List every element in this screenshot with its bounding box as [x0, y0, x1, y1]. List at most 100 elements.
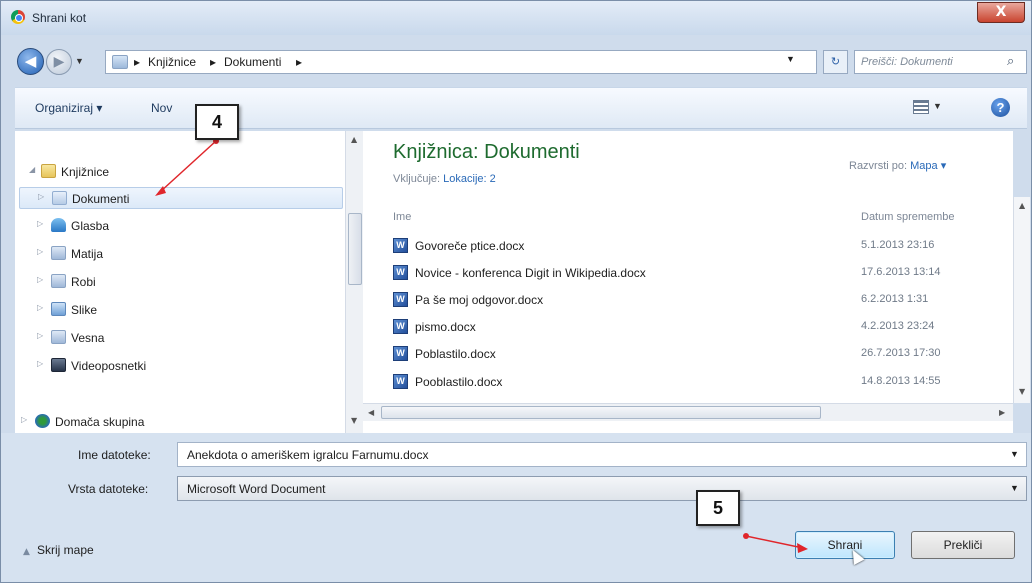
column-header-name[interactable]: Ime	[393, 211, 411, 223]
scroll-up-icon[interactable]: ▲	[351, 135, 357, 144]
word-document-icon: W	[393, 374, 408, 389]
file-row[interactable]: W pismo.docx 4.2.2013 23:24	[393, 314, 1013, 340]
tree-item-homegroup[interactable]: ▷ Domača skupina	[15, 411, 345, 433]
file-name: Pa še moj odgovor.docx	[415, 293, 544, 307]
file-row[interactable]: W Pooblastilo.docx 14.8.2013 14:55	[393, 369, 1013, 395]
organize-button[interactable]: Organiziraj ▾	[35, 101, 102, 115]
expand-arrow-icon[interactable]: ▷	[37, 219, 43, 228]
close-button[interactable]: X	[977, 2, 1025, 23]
tree-item-label: Matija	[71, 247, 104, 261]
tree-item-vesna[interactable]: ▷ Vesna	[15, 327, 345, 349]
forward-button[interactable]: ▶	[46, 49, 72, 75]
pictures-icon	[51, 302, 66, 316]
file-date: 5.1.2013 23:16	[861, 239, 935, 251]
tree-item-label: Dokumenti	[72, 192, 130, 206]
locations-link[interactable]: Lokacije: 2	[443, 173, 496, 185]
new-folder-button[interactable]: Nov	[151, 101, 172, 115]
chevron-right-icon[interactable]: ▸	[134, 55, 140, 69]
library-folder-icon	[112, 55, 128, 69]
back-button[interactable]: ◀	[17, 48, 44, 75]
word-document-icon: W	[393, 238, 408, 253]
filename-input[interactable]: Anekdota o ameriškem igralcu Farnumu.doc…	[177, 442, 1027, 467]
file-date: 26.7.2013 17:30	[861, 347, 941, 359]
scroll-left-icon[interactable]: ◀	[368, 408, 374, 417]
view-options-icon[interactable]	[913, 100, 929, 114]
hide-folders-label: Skrij mape	[37, 543, 94, 557]
search-box[interactable]: Preišči: Dokumenti ⌕	[854, 50, 1027, 74]
cancel-button[interactable]: Prekliči	[911, 531, 1015, 559]
command-toolbar: Organiziraj ▾ Nov ▼ ?	[15, 87, 1027, 129]
save-as-dialog: Shrani kot X ◀ ▶ ▼ ▸ Knjižnice ▸ Dokumen…	[0, 0, 1032, 583]
library-title: Knjižnica: Dokumenti	[393, 141, 580, 163]
recent-pages-dropdown[interactable]: ▼	[75, 56, 84, 66]
file-date: 4.2.2013 23:24	[861, 320, 935, 332]
file-row[interactable]: W Poblastilo.docx 26.7.2013 17:30	[393, 341, 1013, 367]
expand-arrow-icon[interactable]: ▷	[37, 303, 43, 312]
refresh-button[interactable]: ↻	[823, 50, 848, 74]
file-date: 17.6.2013 13:14	[861, 266, 941, 278]
nav-pane-scrollbar[interactable]: ▲ ▼	[345, 131, 363, 433]
collapse-icon: ▲	[23, 547, 30, 557]
tree-item-matija[interactable]: ▷ Matija	[15, 243, 345, 265]
step-5-callout: 5	[696, 490, 740, 526]
file-name: Poblastilo.docx	[415, 347, 496, 361]
expand-arrow-icon[interactable]: ▷	[37, 275, 43, 284]
filetype-label: Vrsta datoteke:	[68, 482, 149, 496]
sort-label: Razvrsti po:	[849, 160, 908, 172]
sort-by: Razvrsti po: Mapa ▾	[849, 159, 946, 172]
expand-arrow-icon[interactable]: ▷	[37, 359, 43, 368]
library-icon	[51, 274, 66, 288]
scroll-thumb[interactable]	[381, 406, 821, 419]
address-bar[interactable]: ▸ Knjižnice ▸ Dokumenti ▸ ▼	[105, 50, 817, 74]
chevron-down-icon[interactable]: ▼	[1010, 483, 1019, 493]
expand-arrow-icon[interactable]: ▷	[38, 192, 44, 201]
scroll-thumb[interactable]	[348, 213, 362, 285]
tree-item-videos[interactable]: ▷ Videoposnetki	[15, 355, 345, 377]
expand-arrow-icon[interactable]: ▷	[37, 331, 43, 340]
chevron-right-icon[interactable]: ▸	[296, 55, 302, 69]
breadcrumb-documents[interactable]: Dokumenti	[224, 55, 281, 69]
chevron-right-icon[interactable]: ▸	[210, 55, 216, 69]
file-date: 6.2.2013 1:31	[861, 293, 929, 305]
file-row[interactable]: W Novice - konferenca Digit in Wikipedia…	[393, 260, 1013, 286]
tree-item-label: Glasba	[71, 219, 110, 233]
tree-item-music[interactable]: ▷ Glasba	[15, 215, 345, 237]
search-placeholder: Preišči: Dokumenti	[861, 56, 953, 68]
chevron-down-icon[interactable]: ▼	[1010, 449, 1019, 459]
scroll-right-icon[interactable]: ▶	[999, 408, 1005, 417]
file-list-vscrollbar[interactable]: ▲ ▼	[1013, 197, 1030, 403]
tree-item-label: Domača skupina	[55, 415, 145, 429]
view-dropdown-icon[interactable]: ▼	[933, 101, 942, 111]
scroll-down-icon[interactable]: ▼	[351, 416, 357, 425]
tree-item-robi[interactable]: ▷ Robi	[15, 271, 345, 293]
help-icon[interactable]: ?	[991, 98, 1010, 117]
library-icon	[51, 246, 66, 260]
hide-folders-toggle[interactable]: ▲ Skrij mape	[23, 543, 94, 557]
scroll-down-icon[interactable]: ▼	[1019, 387, 1025, 396]
libraries-folder-icon	[41, 164, 56, 178]
tree-item-libraries[interactable]: ◢ Knjižnice	[15, 161, 345, 183]
breadcrumb-libraries[interactable]: Knjižnice	[148, 55, 196, 69]
library-icon	[51, 330, 66, 344]
scroll-up-icon[interactable]: ▲	[1019, 201, 1025, 210]
filetype-select[interactable]: Microsoft Word Document ▼	[177, 476, 1027, 501]
file-list-hscrollbar[interactable]: ◀ ▶	[363, 403, 1013, 421]
step-4-callout: 4	[195, 104, 239, 140]
word-document-icon: W	[393, 292, 408, 307]
file-name: Pooblastilo.docx	[415, 375, 503, 389]
address-dropdown-icon[interactable]: ▼	[786, 54, 795, 64]
expand-arrow-icon[interactable]: ▷	[21, 415, 27, 424]
column-header-date[interactable]: Datum spremembe	[861, 211, 955, 223]
tree-item-documents[interactable]: ▷ Dokumenti	[19, 187, 343, 209]
sort-dropdown[interactable]: Mapa ▾	[910, 160, 946, 172]
tree-item-slike[interactable]: ▷ Slike	[15, 299, 345, 321]
file-name: Novice - konferenca Digit in Wikipedia.d…	[415, 266, 646, 280]
chrome-app-icon	[11, 10, 25, 24]
file-row[interactable]: W Govoreče ptice.docx 5.1.2013 23:16	[393, 233, 1013, 259]
search-icon[interactable]: ⌕	[1007, 54, 1014, 69]
documents-library-icon	[52, 191, 67, 205]
expand-arrow-icon[interactable]: ▷	[37, 247, 43, 256]
collapse-arrow-icon[interactable]: ◢	[29, 165, 35, 174]
save-button[interactable]: Shrani	[795, 531, 895, 559]
file-row[interactable]: W Pa še moj odgovor.docx 6.2.2013 1:31	[393, 287, 1013, 313]
